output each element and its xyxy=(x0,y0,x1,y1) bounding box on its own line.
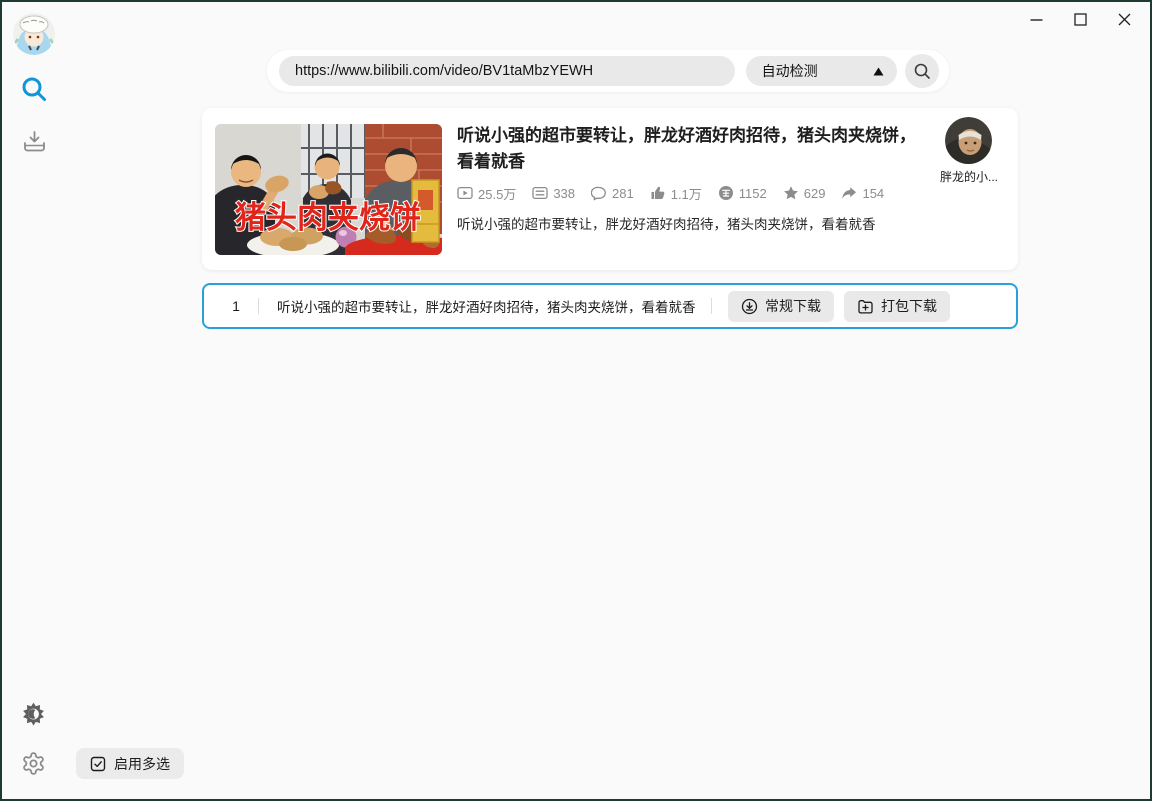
maximize-button[interactable] xyxy=(1058,4,1102,34)
settings-button[interactable] xyxy=(21,751,46,776)
enable-multiselect-button[interactable]: 启用多选 xyxy=(76,748,184,779)
detect-mode-dropdown[interactable]: 自动检测 xyxy=(745,56,898,86)
close-icon xyxy=(1118,13,1130,25)
favorite-count-value: 629 xyxy=(803,185,826,201)
danmaku-count-value: 338 xyxy=(553,185,576,201)
maximize-icon xyxy=(1073,12,1087,26)
search-submit-button[interactable] xyxy=(905,54,940,88)
minimize-icon xyxy=(1030,18,1042,21)
danmaku-icon xyxy=(532,187,548,200)
close-button[interactable] xyxy=(1102,4,1146,34)
uploader-avatar-image xyxy=(944,117,992,164)
sidebar-search-tab[interactable] xyxy=(19,74,49,104)
coin-icon xyxy=(718,186,733,201)
danmaku-count: 338 xyxy=(532,185,575,201)
package-download-label: 打包下载 xyxy=(881,298,937,314)
video-info: 听说小强的超市要转让，胖龙好酒好肉招待，猪头肉夹烧饼，看着就香 25.5万 33… xyxy=(457,123,919,233)
row-divider xyxy=(258,298,259,314)
video-title[interactable]: 听说小强的超市要转让，胖龙好酒好肉招待，猪头肉夹烧饼，看着就香 xyxy=(457,123,919,176)
package-download-button[interactable]: 打包下载 xyxy=(844,290,950,322)
checkbox-checked-icon xyxy=(90,756,106,771)
like-count-value: 1.1万 xyxy=(670,186,702,202)
thumbnail-overlay-text: 猪头肉夹烧饼 xyxy=(235,200,421,235)
row-actions: 常规下载 打包下载 xyxy=(728,290,950,322)
dropdown-up-triangle-icon xyxy=(873,67,884,75)
comment-icon xyxy=(591,186,606,201)
app-window: 自动检测 xyxy=(0,0,1152,801)
thumbnail-image: 猪头肉夹烧饼 xyxy=(215,124,442,255)
row-title: 听说小强的超市要转让，胖龙好酒好肉招待，猪头肉夹烧饼，看着就香 xyxy=(277,300,695,315)
row-divider xyxy=(711,298,712,314)
theme-toggle-button[interactable] xyxy=(21,701,46,726)
share-count: 154 xyxy=(841,185,884,201)
play-count: 25.5万 xyxy=(457,184,516,203)
uploader-avatar[interactable] xyxy=(944,117,992,164)
comment-count: 281 xyxy=(591,185,634,201)
coin-count-value: 1152 xyxy=(738,185,767,201)
search-bar: 自动检测 xyxy=(267,50,949,92)
app-avatar[interactable] xyxy=(13,13,55,55)
search-icon xyxy=(22,77,46,101)
video-description: 听说小强的超市要转让，胖龙好酒好肉招待，猪头肉夹烧饼，看着就香 xyxy=(457,216,876,232)
video-stats: 25.5万 338 281 1.1万 1152 629 154 xyxy=(457,184,919,203)
play-count-icon xyxy=(457,187,473,200)
play-count-value: 25.5万 xyxy=(478,186,517,202)
row-index: 1 xyxy=(232,298,240,314)
share-icon xyxy=(842,187,857,199)
settings-gear-icon xyxy=(23,752,44,775)
like-count: 1.1万 xyxy=(650,184,702,203)
download-row[interactable]: 1 听说小强的超市要转让，胖龙好酒好肉招待，猪头肉夹烧饼，看着就香 常规下载 打… xyxy=(202,283,1018,329)
regular-download-label: 常规下载 xyxy=(765,298,821,314)
package-add-icon xyxy=(858,299,873,314)
favorite-star-icon xyxy=(783,186,798,200)
video-card[interactable]: 猪头肉夹烧饼 听说小强的超市要转让，胖龙好酒好肉招待，猪头肉夹烧饼，看着就香 2… xyxy=(202,108,1018,270)
uploader-name[interactable]: 胖龙的小... xyxy=(940,168,998,185)
video-thumbnail[interactable]: 猪头肉夹烧饼 xyxy=(215,124,442,255)
share-count-value: 154 xyxy=(862,185,885,201)
detect-mode-label: 自动检测 xyxy=(761,63,818,79)
enable-multiselect-label: 启用多选 xyxy=(114,755,170,772)
download-tray-icon xyxy=(23,130,45,151)
url-input[interactable] xyxy=(279,56,735,86)
coin-count: 1152 xyxy=(718,185,767,201)
app-avatar-image xyxy=(13,13,55,55)
regular-download-button[interactable]: 常规下载 xyxy=(728,290,834,322)
sidebar-downloads-tab[interactable] xyxy=(19,126,49,156)
cloud-download-icon xyxy=(741,298,758,314)
minimize-button[interactable] xyxy=(1014,4,1058,34)
uploader: 胖龙的小... xyxy=(940,117,998,185)
theme-toggle-icon xyxy=(23,702,44,726)
like-icon xyxy=(651,187,665,200)
comment-count-value: 281 xyxy=(612,185,634,201)
favorite-count: 629 xyxy=(783,185,826,201)
window-controls xyxy=(1014,4,1146,34)
magnifier-icon xyxy=(914,63,930,79)
